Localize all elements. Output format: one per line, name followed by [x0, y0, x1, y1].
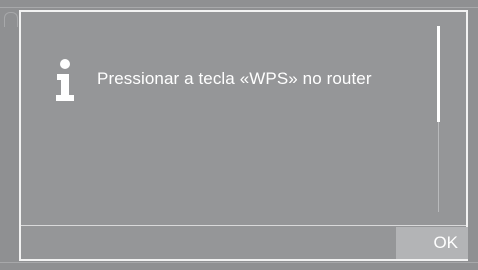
ok-button[interactable]: OK	[396, 227, 468, 259]
scrollbar-thumb[interactable]	[437, 26, 440, 122]
dialog-footer-divider	[21, 225, 466, 226]
background-divider	[0, 7, 478, 8]
info-icon	[56, 59, 74, 101]
dialog-message: Pressionar a tecla «WPS» no router	[97, 69, 372, 88]
ok-button-label: OK	[433, 233, 458, 252]
info-dialog: Pressionar a tecla «WPS» no router OK	[19, 10, 468, 261]
background-divider	[0, 262, 478, 263]
background-home-icon	[4, 12, 18, 27]
